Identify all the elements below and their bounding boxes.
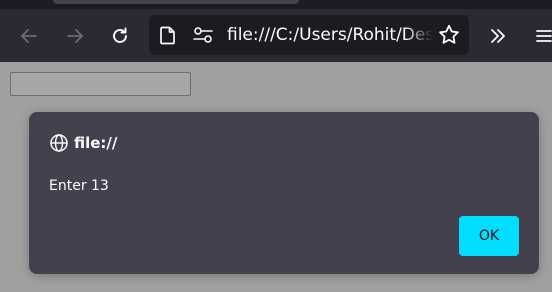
bookmark-star-icon[interactable] [437,23,461,47]
address-bar[interactable]: file:///C:/Users/Rohit/Desktop [149,15,469,55]
menu-button[interactable] [529,22,552,50]
tab-strip [0,0,552,9]
arrow-left-icon [21,29,37,43]
double-chevron-right-icon [491,29,505,43]
reload-button[interactable] [106,22,134,50]
permissions-icon[interactable] [192,26,216,44]
dialog-message: Enter 13 [49,178,109,194]
back-button[interactable] [15,22,43,50]
reload-icon [113,27,127,43]
page-content: file:// Enter 13 OK [0,62,552,292]
alert-dialog: file:// Enter 13 OK [29,112,539,274]
url-text[interactable]: file:///C:/Users/Rohit/Desktop [227,24,433,46]
dialog-origin: file:// [74,134,118,152]
overflow-button[interactable] [484,22,512,50]
text-input[interactable] [10,72,191,96]
arrow-right-icon [67,29,83,43]
forward-button[interactable] [61,22,89,50]
globe-icon [50,134,68,152]
hamburger-menu-icon [536,30,552,42]
browser-toolbar: file:///C:/Users/Rohit/Desktop [0,9,552,62]
active-tab-edge[interactable] [53,0,299,4]
page-icon [160,26,175,45]
ok-button[interactable]: OK [459,216,519,256]
